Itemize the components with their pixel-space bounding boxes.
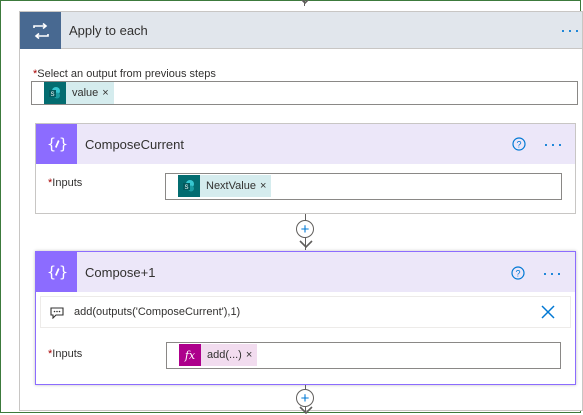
compose-current-title: ComposeCurrent bbox=[85, 137, 184, 152]
compose-icon: { } bbox=[36, 252, 77, 292]
inputs-label: *Inputs bbox=[48, 348, 82, 360]
add-expression-token-label: add(...) bbox=[207, 349, 242, 361]
add-step-button[interactable]: + bbox=[296, 389, 314, 407]
compose-plus-one-inputs-field[interactable]: fx add(...) × bbox=[166, 342, 561, 369]
compose-current-header[interactable]: { } ComposeCurrent ? ··· bbox=[36, 124, 575, 164]
expression-text: add(outputs('ComposeCurrent'),1) bbox=[74, 306, 241, 318]
compose-current-card: { } ComposeCurrent ? ··· *Inputs bbox=[35, 123, 576, 214]
sharepoint-icon: S bbox=[178, 175, 200, 197]
svg-text:?: ? bbox=[515, 269, 520, 279]
inputs-label-text: Inputs bbox=[52, 348, 83, 360]
select-output-label: *Select an output from previous steps bbox=[33, 68, 216, 80]
arrow-down-icon bbox=[299, 240, 313, 249]
select-output-field[interactable]: S value × bbox=[31, 81, 578, 105]
svg-text:}: } bbox=[59, 135, 67, 153]
inputs-label: *Inputs bbox=[48, 177, 82, 189]
apply-to-each-title: Apply to each bbox=[69, 23, 148, 38]
apply-to-each-container: Apply to each ··· *Select an output from… bbox=[19, 11, 583, 415]
svg-text:S: S bbox=[184, 185, 188, 191]
help-icon[interactable]: ? bbox=[512, 137, 526, 151]
add-step-button[interactable]: + bbox=[296, 220, 314, 238]
remove-token-icon[interactable]: × bbox=[260, 180, 271, 192]
sharepoint-icon: S bbox=[44, 82, 66, 104]
help-icon[interactable]: ? bbox=[511, 266, 525, 280]
select-output-label-text: Select an output from previous steps bbox=[37, 68, 216, 80]
compose-plus-one-header[interactable]: { } Compose+1 ? ··· bbox=[36, 252, 575, 292]
svg-text:?: ? bbox=[516, 140, 521, 150]
compose-icon: { } bbox=[36, 124, 77, 164]
fx-icon: fx bbox=[179, 344, 201, 366]
more-options-icon[interactable]: ··· bbox=[560, 21, 581, 39]
value-token-label: value bbox=[72, 87, 99, 99]
more-options-icon[interactable]: ··· bbox=[543, 135, 564, 153]
close-icon[interactable] bbox=[541, 305, 555, 319]
comment-icon bbox=[50, 307, 64, 319]
value-token[interactable]: S value × bbox=[44, 82, 114, 104]
compose-plus-one-title: Compose+1 bbox=[85, 265, 156, 280]
remove-token-icon[interactable]: × bbox=[102, 87, 113, 99]
remove-token-icon[interactable]: × bbox=[246, 349, 257, 361]
inputs-label-text: Inputs bbox=[52, 177, 83, 189]
arrow-down-icon bbox=[300, 0, 310, 5]
compose-current-inputs-field[interactable]: S NextValue × bbox=[165, 173, 562, 200]
nextvalue-token-label: NextValue bbox=[206, 180, 256, 192]
svg-text:{: { bbox=[47, 263, 56, 281]
compose-plus-one-card: { } Compose+1 ? ··· add(outputs('Compose… bbox=[35, 251, 576, 385]
more-options-icon[interactable]: ··· bbox=[542, 264, 563, 282]
expression-popup: add(outputs('ComposeCurrent'),1) bbox=[40, 296, 571, 328]
svg-text:}: } bbox=[59, 263, 67, 281]
arrow-down-icon bbox=[299, 406, 313, 415]
nextvalue-token[interactable]: S NextValue × bbox=[178, 175, 272, 197]
fx-icon-text: fx bbox=[184, 348, 196, 362]
svg-text:S: S bbox=[50, 92, 54, 98]
loop-icon bbox=[20, 12, 61, 49]
apply-to-each-header[interactable]: Apply to each ··· bbox=[20, 12, 582, 49]
svg-text:{: { bbox=[47, 135, 56, 153]
add-expression-token[interactable]: fx add(...) × bbox=[179, 344, 258, 366]
